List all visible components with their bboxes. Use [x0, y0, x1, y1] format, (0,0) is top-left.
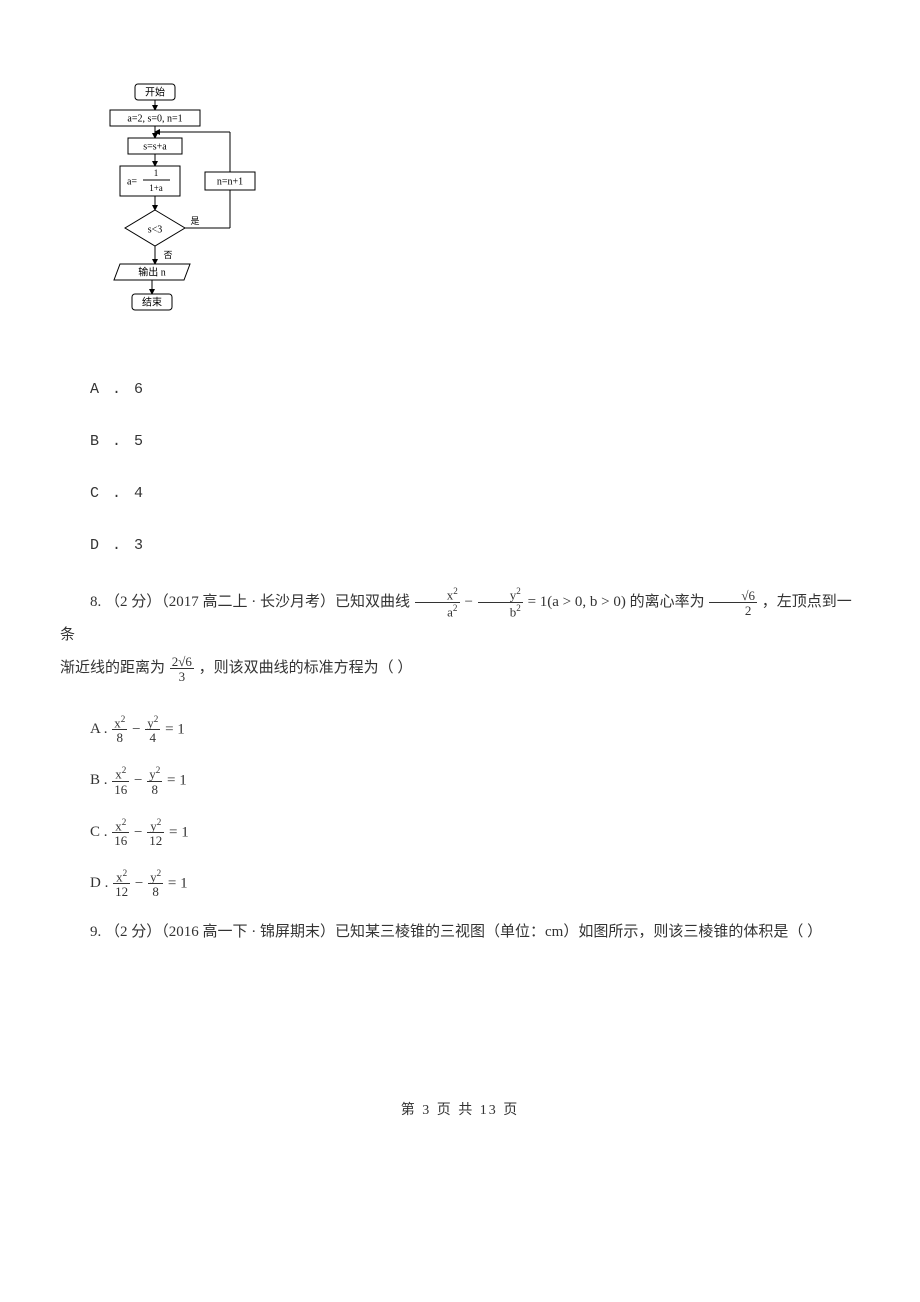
q8-option-b: B . x216 − y28 = 1	[90, 766, 860, 795]
q8-block: 8. （2 分）（2017 高二上 · 长沙月考）已知双曲线 x2 a2 − y…	[60, 586, 860, 898]
q8-line2a: 渐近线的距离为	[60, 660, 169, 676]
fc-yes: 是	[190, 216, 199, 226]
q8-ecc: √6 2	[709, 589, 757, 617]
q7-option-d: D . 3	[90, 534, 860, 558]
fc-step2-num: 1	[154, 168, 159, 178]
fc-step2-lhs: a=	[127, 176, 137, 187]
fc-no: 否	[163, 250, 172, 260]
fc-cond: s<3	[148, 224, 163, 235]
flowchart-svg: 开始 a=2, s=0, n=1 s=s+a a= 1 1+a s<3 是	[90, 80, 270, 340]
fc-start: 开始	[145, 85, 165, 98]
q7-option-b: B . 5	[90, 430, 860, 454]
q7-option-a: A . 6	[90, 378, 860, 402]
fc-step1: s=s+a	[143, 141, 167, 152]
fc-step2-den: 1+a	[149, 183, 163, 193]
q8-frac1: x2 a2	[415, 587, 460, 618]
q8-option-d: D . x212 − y28 = 1	[90, 869, 860, 898]
fc-output: 输出 n	[138, 265, 166, 278]
q8-prefix: 8. （2 分）（2017 高二上 · 长沙月考）已知双曲线	[90, 594, 414, 610]
q8-option-c: C . x216 − y212 = 1	[90, 818, 860, 847]
fc-inc: n=n+1	[217, 176, 243, 187]
q8-cond: = 1(a > 0, b > 0)	[528, 594, 626, 610]
q7-option-c: C . 4	[90, 482, 860, 506]
q7-options: A . 6 B . 5 C . 4 D . 3	[90, 378, 860, 558]
q8-options: A . x28 − y24 = 1 B . x216 − y28 = 1 C .…	[90, 715, 860, 898]
page-content: 开始 a=2, s=0, n=1 s=s+a a= 1 1+a s<3 是	[0, 0, 920, 1150]
q8-mid1: 的离心率为	[630, 594, 709, 610]
q8-frac2: y2 b2	[478, 587, 523, 618]
flowchart-figure: 开始 a=2, s=0, n=1 s=s+a a= 1 1+a s<3 是	[90, 80, 860, 348]
q9-block: 9. （2 分）（2016 高一下 · 锦屏期末）已知某三棱锥的三视图（单位：c…	[60, 920, 860, 944]
q8-line2b: ，则该双曲线的标准方程为（ ）	[199, 660, 413, 676]
q8-stem: 8. （2 分）（2017 高二上 · 长沙月考）已知双曲线 x2 a2 − y…	[60, 586, 860, 685]
page-footer: 第 3 页 共 13 页	[0, 1100, 920, 1122]
q8-option-a: A . x28 − y24 = 1	[90, 715, 860, 744]
fc-end: 结束	[142, 295, 162, 308]
fc-init: a=2, s=0, n=1	[127, 113, 182, 124]
q9-stem: 9. （2 分）（2016 高一下 · 锦屏期末）已知某三棱锥的三视图（单位：c…	[60, 920, 860, 944]
q8-dist: 2√6 3	[170, 655, 194, 683]
